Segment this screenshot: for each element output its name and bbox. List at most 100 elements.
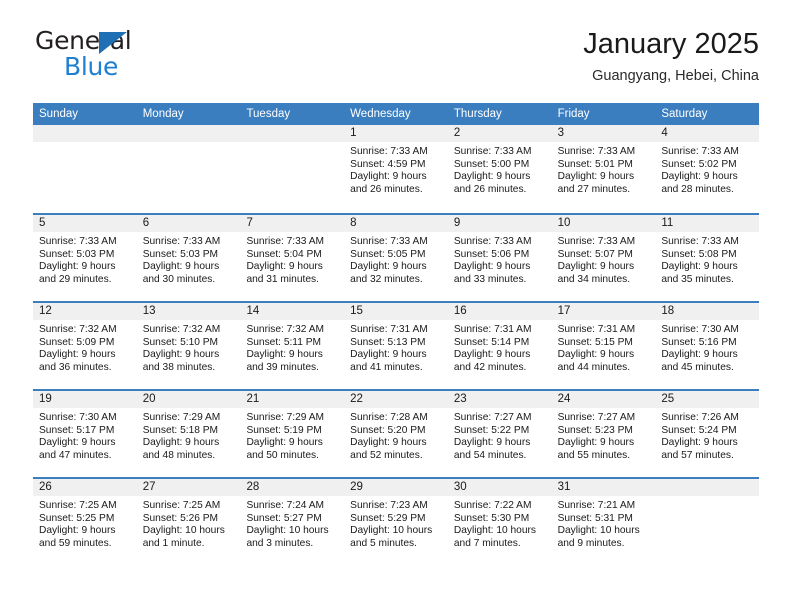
daylight-text-line2: and 32 minutes. [350, 273, 423, 285]
day-cell-empty [240, 125, 345, 213]
daylight-text-line1: Daylight: 9 hours [453, 261, 531, 273]
day-details: Sunrise: 7:27 AM Sunset: 5:22 PM Daylight:… [448, 409, 552, 462]
sunrise-text: Sunrise: 7:33 AM [350, 236, 428, 247]
daylight-text-line1: Daylight: 9 hours [39, 261, 116, 273]
day-cell[interactable]: 28 Sunrise: 7:24 AM Sunset: 5:27 PM Dayligh… [240, 479, 345, 565]
day-details: Sunrise: 7:30 AM Sunset: 5:17 PM Daylight:… [33, 409, 137, 462]
day-number: 30 [453, 481, 467, 493]
day-cell[interactable]: 22 Sunrise: 7:28 AM Sunset: 5:20 PM Dayligh… [344, 391, 448, 477]
day-number-band: 10 [551, 215, 656, 233]
day-cell[interactable]: 3 Sunrise: 7:33 AM Sunset: 5:01 PM Daylight… [551, 125, 656, 213]
day-cell-empty [33, 125, 137, 213]
day-cell[interactable]: 5 Sunrise: 7:33 AM Sunset: 5:03 PM Daylight… [33, 215, 137, 301]
day-cell[interactable]: 23 Sunrise: 7:27 AM Sunset: 5:22 PM Dayligh… [447, 391, 552, 477]
day-cell[interactable]: 12 Sunrise: 7:32 AM Sunset: 5:09 PM Dayligh… [33, 303, 137, 389]
day-cell[interactable]: 8 Sunrise: 7:33 AM Sunset: 5:05 PM Daylight… [344, 215, 448, 301]
day-number-band [33, 125, 137, 143]
daylight-text-line2: and 29 minutes. [39, 273, 112, 285]
day-cell[interactable]: 13 Sunrise: 7:32 AM Sunset: 5:10 PM Dayligh… [136, 303, 241, 389]
sunrise-text: Sunrise: 7:24 AM [246, 500, 325, 511]
daylight-text-line1: Daylight: 10 hours [350, 525, 433, 537]
calendar-page: General Blue January 2025 Guangyang, Heb… [0, 0, 792, 612]
day-number-band: 15 [344, 303, 448, 321]
calendar-grid: Sunday Monday Tuesday Wednesday Thursday… [33, 103, 760, 565]
logo-text-blue: Blue [64, 52, 119, 81]
daylight-text-line1: Daylight: 9 hours [350, 437, 427, 449]
day-cell[interactable]: 14 Sunrise: 7:32 AM Sunset: 5:11 PM Dayligh… [240, 303, 345, 389]
sunset-text: Sunset: 5:26 PM [142, 512, 219, 524]
day-number: 17 [557, 305, 571, 317]
sunset-text: Sunset: 5:25 PM [39, 512, 115, 524]
daylight-text-line2: and 26 minutes. [350, 183, 423, 195]
daylight-text-line2: and 26 minutes. [453, 183, 527, 195]
day-cell[interactable]: 7 Sunrise: 7:33 AM Sunset: 5:04 PM Daylight… [240, 215, 345, 301]
day-cell[interactable]: 26 Sunrise: 7:25 AM Sunset: 5:25 PM Dayligh… [33, 479, 137, 565]
day-number: 24 [557, 393, 571, 405]
day-number-band: 7 [240, 215, 345, 233]
day-details: Sunrise: 7:31 AM Sunset: 5:13 PM Daylight:… [344, 321, 448, 374]
day-details: Sunrise: 7:31 AM Sunset: 5:14 PM Daylight:… [448, 321, 552, 374]
day-number: 23 [453, 393, 467, 405]
daylight-text-line1: Daylight: 9 hours [142, 349, 220, 361]
daylight-text-line2: and 57 minutes. [661, 449, 734, 461]
day-cell[interactable]: 25 Sunrise: 7:26 AM Sunset: 5:24 PM Dayligh… [655, 391, 760, 477]
day-cell[interactable]: 31 Sunrise: 7:21 AM Sunset: 5:31 PM Dayligh… [551, 479, 656, 565]
daylight-text-line2: and 41 minutes. [350, 361, 423, 373]
day-number: 1 [350, 127, 357, 139]
sunset-text: Sunset: 5:24 PM [661, 424, 737, 436]
day-number: 26 [39, 481, 52, 493]
general-blue-logo[interactable]: General Blue [33, 26, 243, 86]
day-number-band: 6 [136, 215, 241, 233]
day-cell[interactable]: 19 Sunrise: 7:30 AM Sunset: 5:17 PM Dayligh… [33, 391, 137, 477]
day-cell-empty [655, 479, 760, 565]
sunrise-text: Sunrise: 7:27 AM [453, 412, 532, 423]
day-cell[interactable]: 6 Sunrise: 7:33 AM Sunset: 5:03 PM Daylight… [136, 215, 241, 301]
day-cell[interactable]: 2 Sunrise: 7:33 AM Sunset: 5:00 PM Daylight… [447, 125, 552, 213]
sunrise-text: Sunrise: 7:33 AM [246, 236, 325, 247]
day-number: 5 [39, 217, 46, 229]
day-cell[interactable]: 21 Sunrise: 7:29 AM Sunset: 5:19 PM Dayligh… [240, 391, 345, 477]
day-number: 15 [350, 305, 363, 317]
day-cell[interactable]: 29 Sunrise: 7:23 AM Sunset: 5:29 PM Dayligh… [344, 479, 448, 565]
day-number: 18 [661, 305, 675, 317]
day-number-band: 1 [344, 125, 448, 143]
calendar-weeks: 1 Sunrise: 7:33 AM Sunset: 4:59 PM Daylight… [33, 125, 760, 565]
day-cell[interactable]: 11 Sunrise: 7:33 AM Sunset: 5:08 PM Dayligh… [655, 215, 760, 301]
day-number: 21 [246, 393, 260, 405]
sunrise-text: Sunrise: 7:26 AM [661, 412, 739, 423]
day-details: Sunrise: 7:29 AM Sunset: 5:18 PM Daylight:… [137, 409, 241, 462]
page-header: General Blue January 2025 Guangyang, Heb… [33, 26, 759, 98]
daylight-text-line1: Daylight: 9 hours [453, 171, 531, 183]
day-cell[interactable]: 10 Sunrise: 7:33 AM Sunset: 5:07 PM Dayligh… [551, 215, 656, 301]
day-cell[interactable]: 20 Sunrise: 7:29 AM Sunset: 5:18 PM Dayligh… [136, 391, 241, 477]
day-cell[interactable]: 27 Sunrise: 7:25 AM Sunset: 5:26 PM Dayligh… [136, 479, 241, 565]
day-details: Sunrise: 7:25 AM Sunset: 5:25 PM Daylight:… [33, 497, 137, 550]
day-details: Sunrise: 7:32 AM Sunset: 5:10 PM Daylight:… [137, 321, 241, 374]
day-details: Sunrise: 7:22 AM Sunset: 5:30 PM Daylight:… [448, 497, 552, 550]
day-number-band [240, 125, 345, 143]
day-cell[interactable]: 24 Sunrise: 7:27 AM Sunset: 5:23 PM Dayligh… [551, 391, 656, 477]
daylight-text-line2: and 36 minutes. [39, 361, 112, 373]
daylight-text-line1: Daylight: 9 hours [661, 261, 738, 273]
day-cell[interactable]: 1 Sunrise: 7:33 AM Sunset: 4:59 PM Daylight… [344, 125, 448, 213]
day-cell[interactable]: 9 Sunrise: 7:33 AM Sunset: 5:06 PM Daylight… [447, 215, 552, 301]
sunset-text: Sunset: 5:00 PM [453, 158, 530, 170]
day-cell[interactable]: 18 Sunrise: 7:30 AM Sunset: 5:16 PM Dayligh… [655, 303, 760, 389]
weekday-thursday: Thursday [453, 108, 502, 120]
day-number-band: 28 [240, 479, 345, 497]
page-title: January 2025 [583, 28, 759, 60]
day-cell[interactable]: 4 Sunrise: 7:33 AM Sunset: 5:02 PM Daylight… [655, 125, 760, 213]
daylight-text-line1: Daylight: 9 hours [557, 261, 635, 273]
day-cell[interactable]: 30 Sunrise: 7:22 AM Sunset: 5:30 PM Dayligh… [447, 479, 552, 565]
day-cell[interactable]: 17 Sunrise: 7:31 AM Sunset: 5:15 PM Dayligh… [551, 303, 656, 389]
day-number-band: 22 [344, 391, 448, 409]
day-cell[interactable]: 15 Sunrise: 7:31 AM Sunset: 5:13 PM Dayligh… [344, 303, 448, 389]
day-number: 2 [453, 127, 461, 139]
day-number-band: 23 [447, 391, 552, 409]
day-number-band [136, 125, 241, 143]
daylight-text-line1: Daylight: 9 hours [39, 525, 116, 537]
day-cell[interactable]: 16 Sunrise: 7:31 AM Sunset: 5:14 PM Dayligh… [447, 303, 552, 389]
sunrise-text: Sunrise: 7:33 AM [661, 146, 739, 157]
daylight-text-line2: and 48 minutes. [142, 449, 216, 461]
daylight-text-line1: Daylight: 9 hours [350, 261, 427, 273]
